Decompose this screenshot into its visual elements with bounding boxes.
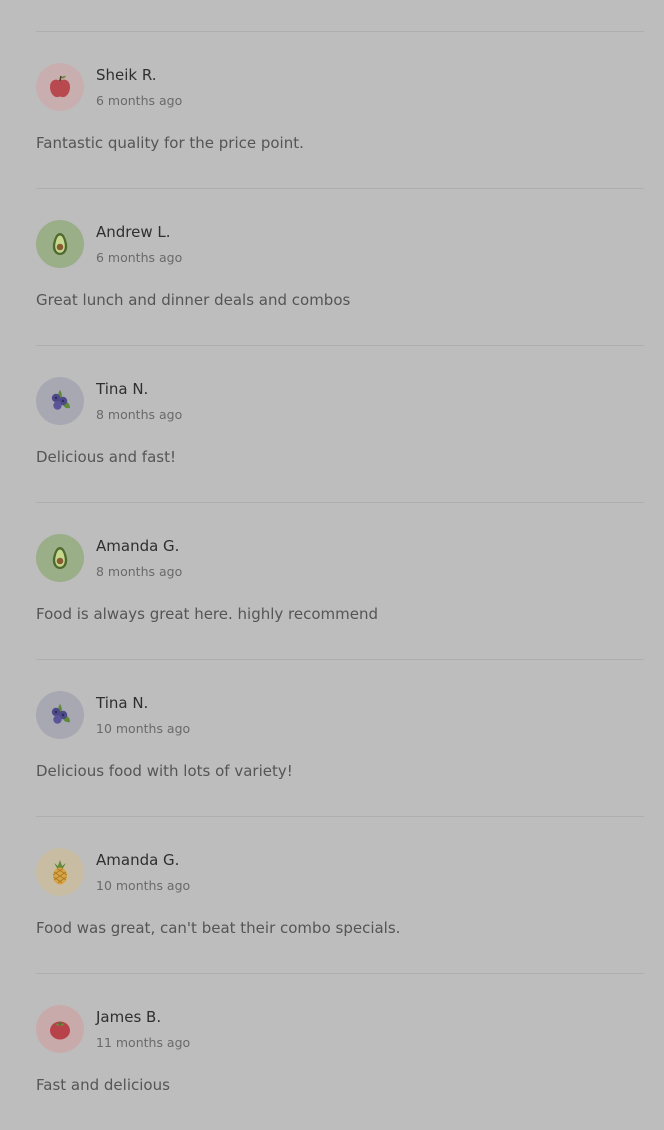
avatar — [36, 534, 84, 582]
avatar — [36, 377, 84, 425]
review-text: Fast and delicious — [36, 1076, 170, 1094]
review-item: Amanda G. 10 months ago Food was great, … — [36, 817, 644, 973]
avatar — [36, 848, 84, 896]
apple-icon — [50, 75, 70, 98]
review-text: Great lunch and dinner deals and combos — [36, 291, 351, 309]
tomato-icon — [50, 1021, 70, 1040]
review-time: 6 months ago — [96, 250, 183, 265]
reviewer-name: Amanda G. — [96, 851, 180, 869]
review-item: Tina N. 10 months ago Delicious food wit… — [36, 660, 644, 816]
reviewer-name: Andrew L. — [96, 223, 171, 241]
reviewer-name: Amanda G. — [96, 537, 180, 555]
review-item: Sheik R. 6 months ago Fantastic quality … — [36, 32, 644, 188]
reviewer-name: Sheik R. — [96, 66, 157, 84]
blueberry-icon — [51, 390, 70, 410]
reviewer-name: Tina N. — [96, 694, 149, 712]
pineapple-icon — [52, 860, 68, 885]
review-time: 8 months ago — [96, 564, 183, 579]
avatar — [36, 1005, 84, 1053]
review-time: 6 months ago — [96, 93, 183, 108]
review-text: Delicious food with lots of variety! — [36, 762, 293, 780]
review-time: 11 months ago — [96, 1035, 191, 1050]
review-list: Sheik R. 6 months ago Fantastic quality … — [36, 0, 644, 1130]
review-text: Fantastic quality for the price point. — [36, 134, 304, 152]
avatar — [36, 63, 84, 111]
review-item: Tina N. 8 months ago Delicious and fast! — [36, 346, 644, 502]
avatar — [36, 691, 84, 739]
avocado-icon — [52, 233, 68, 255]
avocado-icon — [52, 547, 68, 569]
review-item: James B. 11 months ago Fast and deliciou… — [36, 974, 644, 1130]
review-time: 10 months ago — [96, 721, 191, 736]
reviewer-name: Tina N. — [96, 380, 149, 398]
review-text: Delicious and fast! — [36, 448, 176, 466]
review-text: Food is always great here. highly recomm… — [36, 605, 379, 623]
review-text: Food was great, can't beat their combo s… — [36, 919, 401, 937]
review-item: Andrew L. 6 months ago Great lunch and d… — [36, 189, 644, 345]
review-item: Amanda G. 8 months ago Food is always gr… — [36, 503, 644, 659]
avatar — [36, 220, 84, 268]
review-time: 8 months ago — [96, 407, 183, 422]
reviewer-name: James B. — [96, 1008, 162, 1026]
review-time: 10 months ago — [96, 878, 191, 893]
blueberry-icon — [51, 704, 70, 724]
